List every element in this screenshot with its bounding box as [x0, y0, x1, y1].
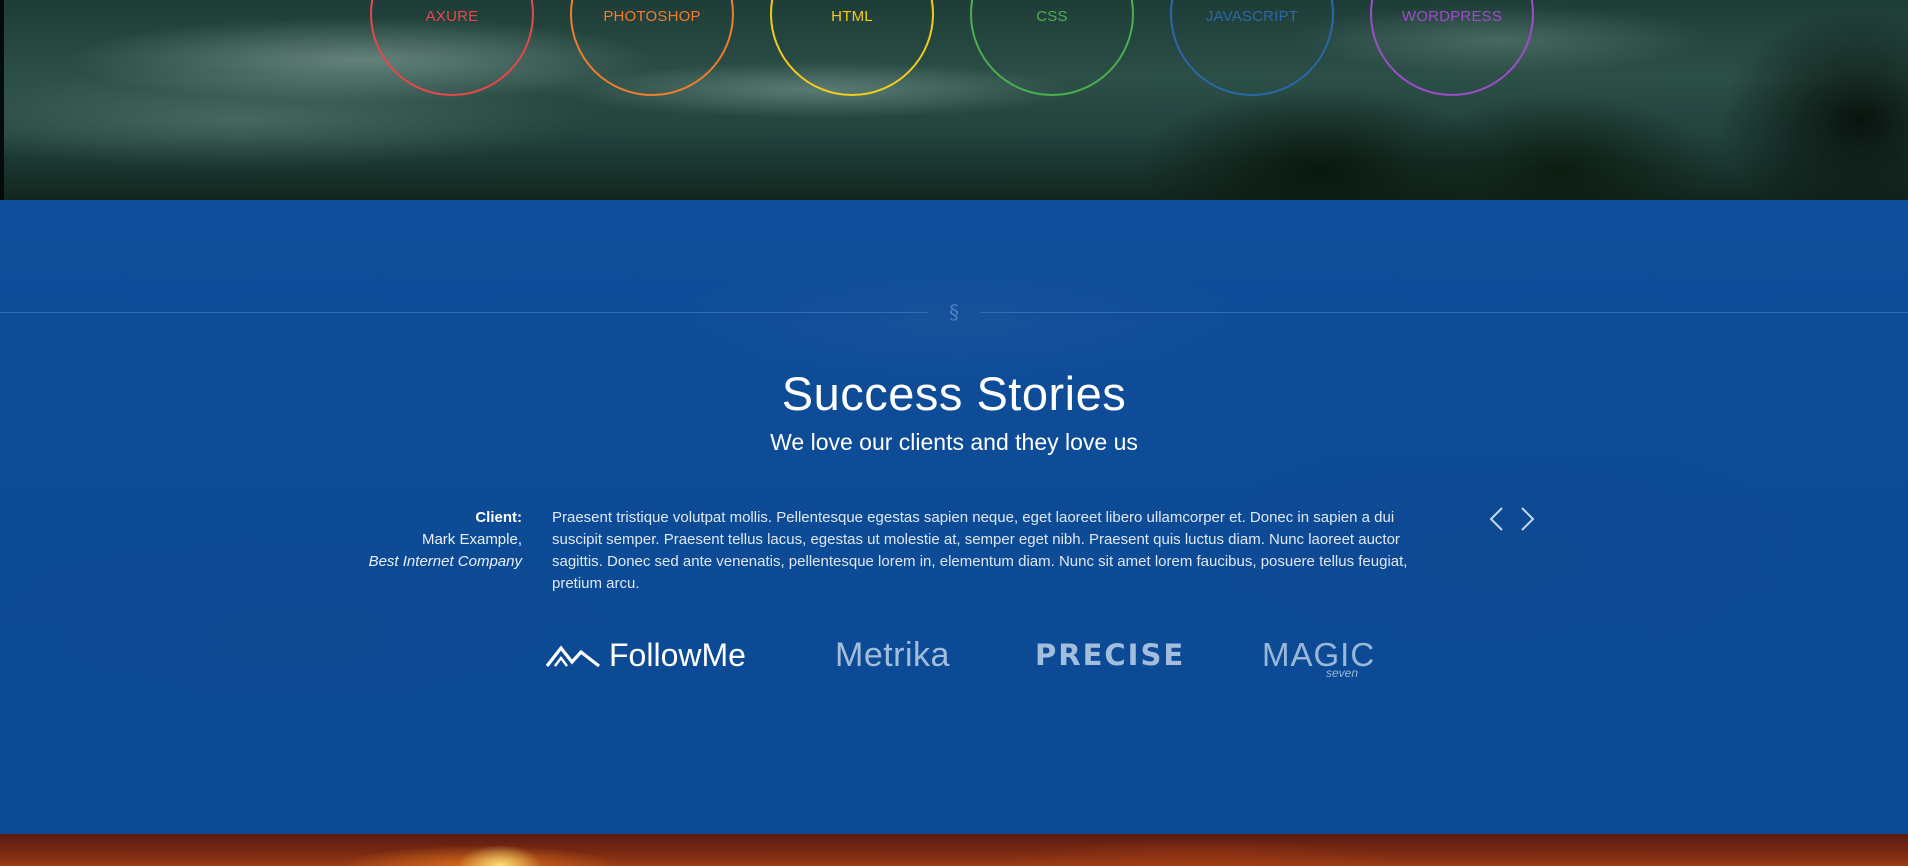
testimonial-nav	[1484, 504, 1540, 534]
skill-circle-photoshop: PHOTOSHOP	[570, 0, 734, 96]
skill-circle-html: HTML	[770, 0, 934, 96]
next-testimonial-button[interactable]	[1516, 504, 1540, 534]
next-section-background	[0, 834, 1908, 866]
logo-magic-subtext: seven	[1326, 666, 1359, 680]
logo-followme[interactable]: FollowMe	[545, 630, 746, 680]
skill-label: WORDPRESS	[1401, 8, 1503, 25]
success-stories-section: § Success Stories We love our clients an…	[0, 200, 1908, 834]
section-symbol-icon: §	[949, 300, 959, 324]
testimonial-text: Praesent tristique volutpat mollis. Pell…	[552, 509, 1408, 592]
skill-circle-wordpress: WORDPRESS	[1370, 0, 1534, 96]
logo-magic-seven[interactable]: MAGIC seven	[1262, 630, 1375, 680]
section-title: Success Stories	[781, 367, 1127, 420]
skill-label: JAVASCRIPT	[1205, 8, 1299, 25]
section-divider-left	[0, 312, 928, 313]
skills-row: AXURE PHOTOSHOP HTML CSS JAVASCRIPT WORD…	[370, 0, 1538, 100]
logo-followme-text: FollowMe	[609, 636, 746, 673]
logo-precise[interactable]: PRECISE	[1035, 630, 1185, 680]
skill-label: PHOTOSHOP	[603, 8, 701, 25]
skills-hero: AXURE PHOTOSHOP HTML CSS JAVASCRIPT WORD…	[0, 0, 1908, 200]
skill-label: AXURE	[425, 8, 479, 25]
section-divider-right	[980, 312, 1908, 313]
logo-metrika-text: Metrika	[835, 635, 950, 674]
mountain-icon	[545, 645, 600, 668]
chevron-left-icon	[1489, 507, 1503, 531]
skill-circle-css: CSS	[970, 0, 1134, 96]
skill-circle-javascript: JAVASCRIPT	[1170, 0, 1334, 96]
client-heading: Client:	[475, 509, 522, 526]
client-name: Mark Example,	[421, 531, 522, 548]
logo-precise-text: PRECISE	[1035, 638, 1186, 672]
skill-label: CSS	[1036, 8, 1068, 25]
client-logos: FollowMe Metrika PRECISE MAGIC seven	[0, 630, 1908, 680]
client-info: Client: Mark Example, Best Internet Comp…	[369, 507, 522, 573]
logo-metrika[interactable]: Metrika	[835, 630, 950, 680]
client-company: Best Internet Company	[368, 553, 522, 570]
skill-circle-axure: AXURE	[370, 0, 534, 96]
chevron-right-icon	[1521, 507, 1535, 531]
prev-testimonial-button[interactable]	[1484, 504, 1508, 534]
section-subtitle: We love our clients and they love us	[770, 429, 1138, 455]
skill-label: HTML	[831, 8, 873, 25]
logo-magic-text: MAGIC	[1262, 636, 1376, 673]
